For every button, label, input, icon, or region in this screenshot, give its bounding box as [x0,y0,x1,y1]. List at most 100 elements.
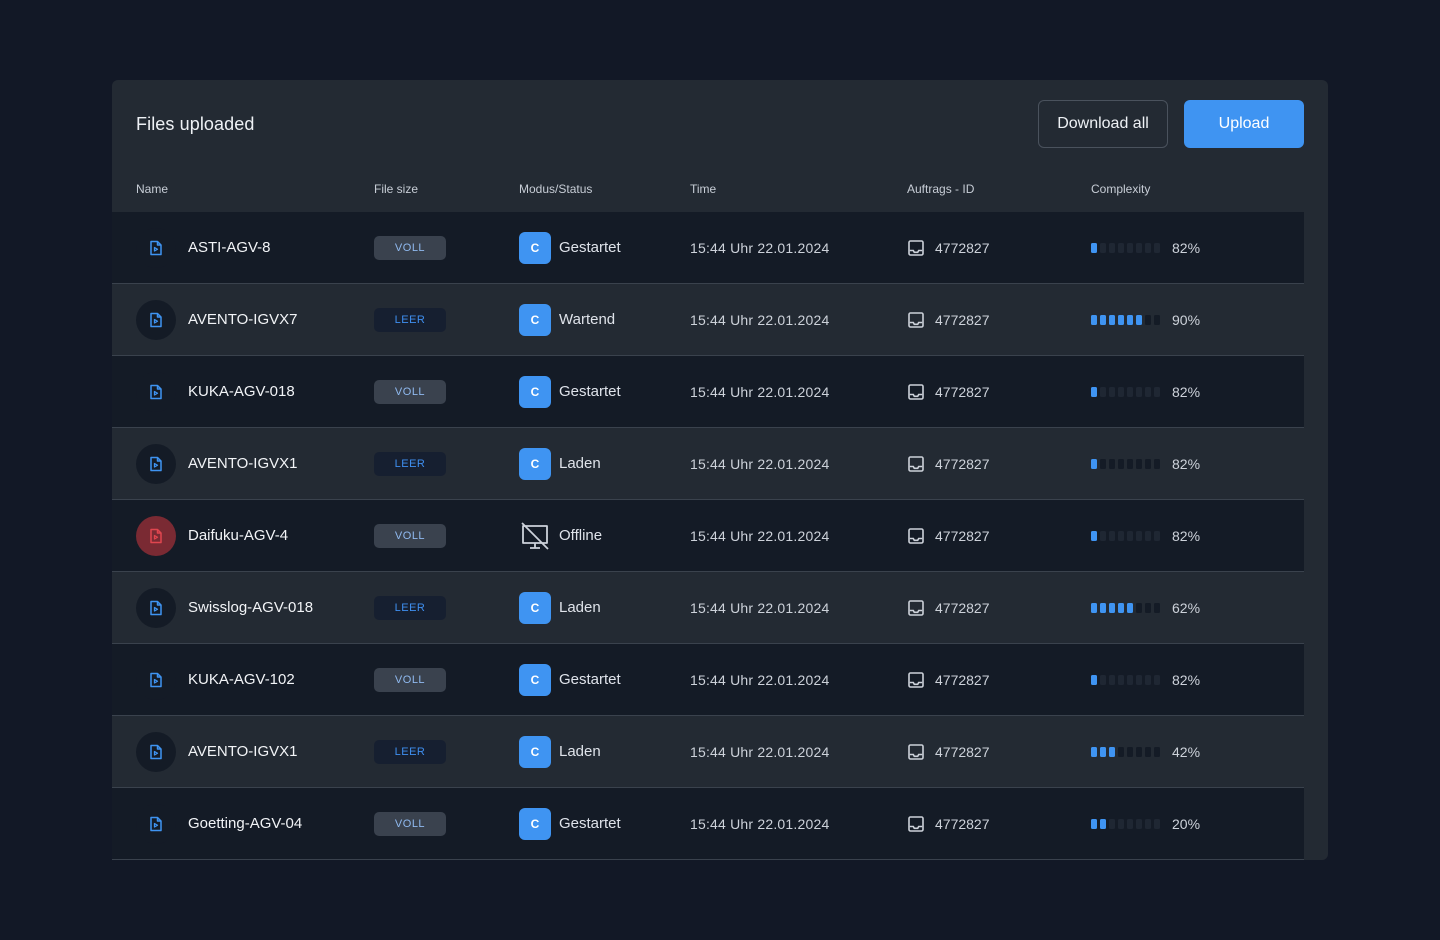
complexity-bars [1091,674,1160,685]
status-c-badge: C [519,231,551,264]
file-size-badge: VOLL [374,667,446,692]
table-row[interactable]: AVENTO-IGVX7 LEER C Wartend 15:44 Uhr 22.01.… [112,284,1304,356]
auftrag-id: 4772827 [935,383,990,400]
status-c-badge: C [519,663,551,696]
time-text: 15:44 Uhr 22.01.2024 [690,815,830,832]
file-name[interactable]: AVENTO-IGVX1 [188,455,297,472]
complexity-percent: 82% [1172,383,1201,400]
table-row[interactable]: AVENTO-IGVX1 LEER C Laden 15:44 Uhr 22.01.20… [112,428,1304,500]
column-header-complexity[interactable]: Complexity [1091,182,1150,196]
status-text: Laden [559,599,601,616]
table-row[interactable]: Daifuku-AGV-4 VOLL Offline 15:44 Uhr 22.01.… [112,500,1304,572]
time-text: 15:44 Uhr 22.01.2024 [690,743,830,760]
complexity-bar-segment [1145,386,1151,397]
complexity-bar-segment [1154,602,1160,613]
complexity-bar-segment [1127,386,1133,397]
complexity-bar-segment [1118,818,1124,829]
complexity-bar-segment [1091,242,1097,253]
download-all-button[interactable]: Download all [1038,100,1168,148]
column-header-status[interactable]: Modus/Status [519,182,592,196]
upload-button[interactable]: Upload [1184,100,1304,148]
complexity-bar-segment [1154,674,1160,685]
file-name[interactable]: AVENTO-IGVX1 [188,743,297,760]
file-name[interactable]: Swisslog-AGV-018 [188,599,313,616]
complexity-bar-segment [1127,746,1133,757]
file-icon [136,299,176,340]
complexity-bar-segment [1136,602,1142,613]
status-c-badge: C [519,303,551,336]
complexity-bar-segment [1127,242,1133,253]
complexity-bar-segment [1136,386,1142,397]
complexity-bar-segment [1145,746,1151,757]
file-name[interactable]: Goetting-AGV-04 [188,815,302,832]
file-name[interactable]: Daifuku-AGV-4 [188,527,288,544]
complexity-bar-segment [1127,602,1133,613]
inbox-icon [907,239,925,257]
complexity-bar-segment [1127,458,1133,469]
complexity-bar-segment [1154,242,1160,253]
complexity-bar-segment [1154,746,1160,757]
time-text: 15:44 Uhr 22.01.2024 [690,239,830,256]
complexity-bar-segment [1109,674,1115,685]
complexity-bar-segment [1109,314,1115,325]
column-header-auftrag[interactable]: Auftrags - ID [907,182,974,196]
complexity-bar-segment [1127,314,1133,325]
complexity-bar-segment [1100,674,1106,685]
complexity-bar-segment [1109,818,1115,829]
complexity-bar-segment [1118,530,1124,541]
column-header-time[interactable]: Time [690,182,716,196]
complexity-bar-segment [1109,746,1115,757]
file-name[interactable]: KUKA-AGV-018 [188,383,295,400]
complexity-bar-segment [1100,530,1106,541]
complexity-bar-segment [1091,674,1097,685]
inbox-icon [907,599,925,617]
file-icon [136,227,176,268]
complexity-bar-segment [1091,530,1097,541]
complexity-bar-segment [1136,674,1142,685]
table-row[interactable]: KUKA-AGV-102 VOLL C Gestartet 15:44 Uhr 22.0… [112,644,1304,716]
file-size-badge: VOLL [374,235,446,260]
table-body: ASTI-AGV-8 VOLL C Gestartet 15:44 Uhr 22.01.… [112,212,1304,860]
complexity-bar-segment [1100,242,1106,253]
complexity-bar-segment [1100,746,1106,757]
complexity-bar-segment [1091,386,1097,397]
complexity-bar-segment [1100,458,1106,469]
column-header-file-size[interactable]: File size [374,182,418,196]
complexity-percent: 62% [1172,599,1201,616]
file-icon [136,443,176,484]
auftrag-id: 4772827 [935,455,990,472]
complexity-percent: 82% [1172,671,1201,688]
complexity-bars [1091,602,1160,613]
file-size-badge: LEER [374,595,446,620]
complexity-percent: 20% [1172,815,1201,832]
file-icon [136,731,176,772]
table-row[interactable]: Goetting-AGV-04 VOLL C Gestartet 15:44 Uhr 2… [112,788,1304,860]
table-row[interactable]: KUKA-AGV-018 VOLL C Gestartet 15:44 Uhr 22.0… [112,356,1304,428]
status-c-badge: C [519,375,551,408]
status-text: Gestartet [559,815,621,832]
status-c-badge: C [519,735,551,768]
status-c-badge: C [519,591,551,624]
inbox-icon [907,527,925,545]
complexity-bar-segment [1145,458,1151,469]
complexity-bar-segment [1109,602,1115,613]
complexity-bar-segment [1154,314,1160,325]
complexity-bar-segment [1127,530,1133,541]
complexity-bar-segment [1145,242,1151,253]
table-row[interactable]: AVENTO-IGVX1 LEER C Laden 15:44 Uhr 22.01.20… [112,716,1304,788]
complexity-bar-segment [1154,818,1160,829]
complexity-bar-segment [1091,746,1097,757]
file-name[interactable]: AVENTO-IGVX7 [188,311,297,328]
table-row[interactable]: Swisslog-AGV-018 LEER C Laden 15:44 Uhr 22.0… [112,572,1304,644]
complexity-bar-segment [1118,674,1124,685]
file-name[interactable]: ASTI-AGV-8 [188,239,271,256]
complexity-bar-segment [1100,386,1106,397]
status-c-badge: C [519,807,551,840]
column-header-name[interactable]: Name [136,182,168,196]
file-name[interactable]: KUKA-AGV-102 [188,671,295,688]
complexity-bar-segment [1100,602,1106,613]
complexity-percent: 82% [1172,527,1201,544]
status-c-badge: C [519,447,551,480]
complexity-bar-segment [1127,674,1133,685]
table-row[interactable]: ASTI-AGV-8 VOLL C Gestartet 15:44 Uhr 22.01.… [112,212,1304,284]
